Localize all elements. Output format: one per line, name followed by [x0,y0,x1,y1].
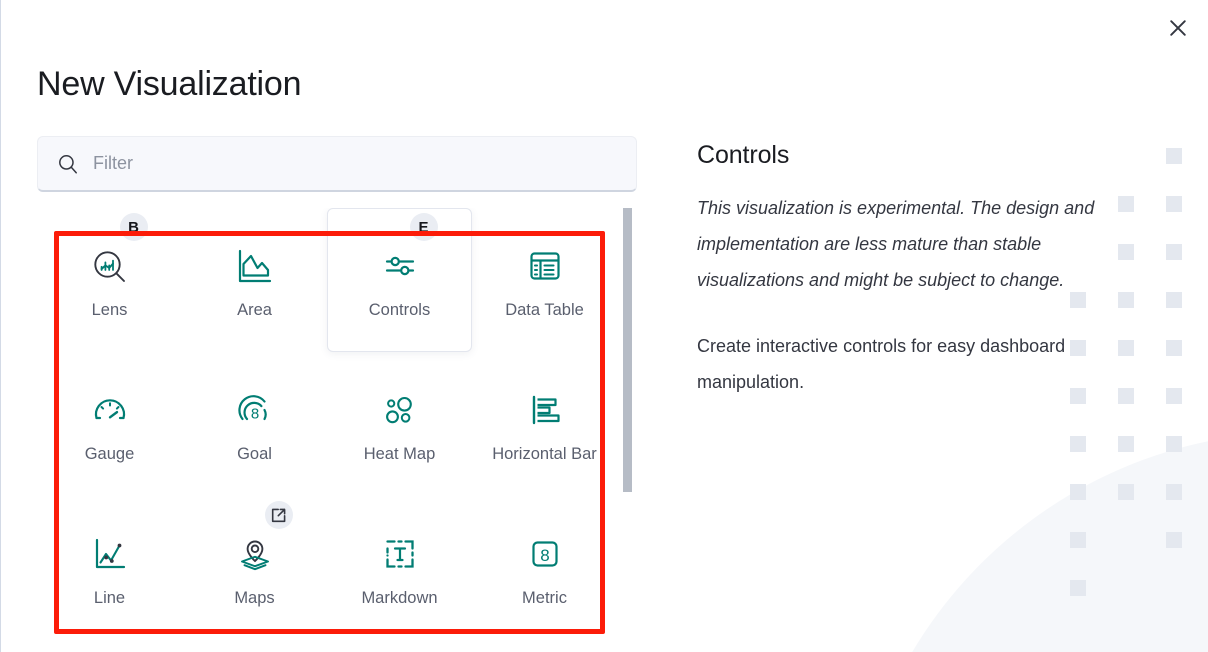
viz-card-horizontal-bar[interactable]: Horizontal Bar [472,352,617,496]
scrollbar-track[interactable] [623,208,632,652]
decorative-square [1070,436,1086,452]
viz-card-line[interactable]: Line [37,496,182,640]
visualization-grid-scroll-area[interactable]: Lens B Area Controls E Data Table Gauge 8 … [37,208,637,652]
decorative-square [1166,292,1182,308]
decorative-square [1070,532,1086,548]
decorative-square [1166,196,1182,212]
controls-sliders-icon [378,244,422,288]
area-chart-icon [233,244,277,288]
experimental-note: This visualization is experimental. The … [697,198,1095,290]
new-visualization-modal: New Visualization Lens B Area [0,0,1208,652]
decorative-square [1070,484,1086,500]
viz-card-label: Maps [234,589,275,607]
viz-card-label: Data Table [505,301,584,319]
viz-card-label: Horizontal Bar [492,445,597,463]
detail-title: Controls [697,141,790,169]
external-link-icon [264,501,293,529]
viz-card-label: Heat Map [363,445,436,463]
horizontal-bar-icon [523,388,567,432]
maps-icon [233,532,277,576]
viz-card-label: Lens [91,301,128,319]
viz-card-maps[interactable]: Maps [182,496,327,640]
visualization-detail-panel: Controls This visualization is experimen… [697,138,1137,400]
search-input[interactable] [93,137,636,190]
decorative-square [1166,244,1182,260]
detail-description: Create interactive controls for easy das… [697,336,1066,392]
viz-card-heat-map[interactable]: Heat Map [327,352,472,496]
close-icon [1168,18,1188,38]
lens-icon [88,244,132,288]
viz-card-badge: E [409,213,438,241]
metric-icon: 8 [523,532,567,576]
decorative-square [1118,484,1134,500]
decorative-square [1070,580,1086,596]
viz-card-goal[interactable]: 8 Goal [182,352,327,496]
viz-card-data-table[interactable]: Data Table [472,208,617,352]
viz-card-badge: B [119,213,148,241]
viz-card-metric[interactable]: 8 Metric [472,496,617,640]
viz-card-label: Metric [522,589,567,607]
viz-card-area[interactable]: Area [182,208,327,352]
heat-map-icon [378,388,422,432]
viz-card-gauge[interactable]: Gauge [37,352,182,496]
svg-text:8: 8 [250,406,258,423]
goal-icon: 8 [233,388,277,432]
viz-card-controls[interactable]: Controls E [327,208,472,352]
visualization-grid: Lens B Area Controls E Data Table Gauge 8 … [37,208,617,640]
decorative-square [1166,388,1182,404]
viz-card-label: Area [237,301,272,319]
gauge-icon [88,388,132,432]
viz-card-label: Gauge [84,445,135,463]
data-table-icon [523,244,567,288]
search-icon [57,153,79,175]
viz-card-label: Markdown [361,589,438,607]
page-title: New Visualization [37,64,302,103]
viz-card-label: Line [93,589,126,607]
viz-card-label: Goal [237,445,272,463]
decorative-square [1166,532,1182,548]
viz-card-markdown[interactable]: Markdown [327,496,472,640]
scrollbar-thumb[interactable] [623,208,632,492]
decorative-square [1166,340,1182,356]
markdown-icon [378,532,422,576]
decorative-square [1166,148,1182,164]
line-chart-icon [88,532,132,576]
decorative-blob [849,432,1208,652]
filter-field[interactable] [37,136,637,192]
decorative-square [1118,436,1134,452]
viz-card-label: Controls [368,301,431,319]
svg-text:8: 8 [540,546,549,565]
viz-card-lens[interactable]: Lens B [37,208,182,352]
decorative-square [1166,436,1182,452]
close-button[interactable] [1156,6,1200,50]
visualization-picker: Lens B Area Controls E Data Table Gauge 8 … [37,136,637,652]
decorative-square [1166,484,1182,500]
